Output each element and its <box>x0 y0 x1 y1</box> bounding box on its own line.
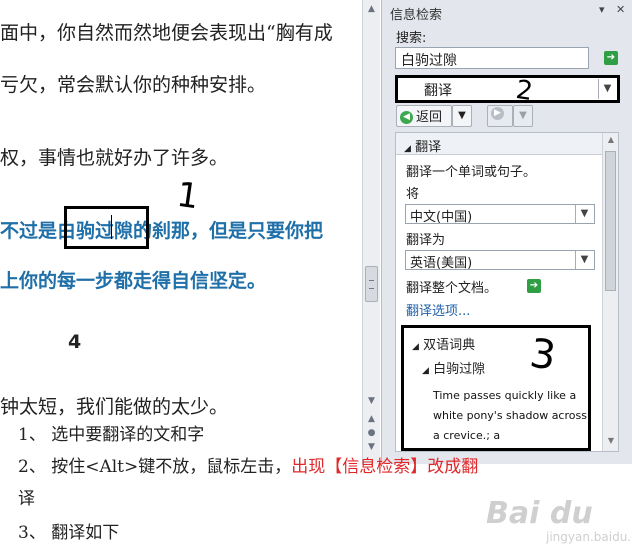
chevron-down-icon[interactable]: ▼ <box>575 251 593 269</box>
collapse-triangle-icon: ◢ <box>404 144 411 154</box>
results-scroll-down-icon[interactable]: ▼ <box>605 436 617 445</box>
dict-term-header[interactable]: ◢ 白驹过隙 <box>422 358 485 377</box>
doc-line-4-pre: 不过是 <box>0 220 58 242</box>
results-scroll-thumb[interactable] <box>605 151 616 291</box>
dict-section-header[interactable]: ◢ 双语词典 <box>412 334 475 353</box>
search-go-icon[interactable]: ➔ <box>604 51 618 65</box>
translate-hint: 翻译一个单词或句子。 <box>406 165 537 180</box>
scrollbar-thumb[interactable] <box>365 266 378 302</box>
back-arrow-icon: ◀ <box>400 111 413 124</box>
results-scroll-up-icon[interactable]: ▲ <box>605 135 617 144</box>
service-value: 翻译 <box>424 83 452 99</box>
document-area[interactable]: 面中，你自然而然地便会表现出“胸有成 亏欠，常会默认你的种种安排。 权，事情也就… <box>0 0 362 420</box>
forward-arrow-icon: ▶ <box>491 107 504 120</box>
close-icon[interactable]: ✕ <box>616 3 625 16</box>
scroll-up-icon[interactable]: ▲ <box>366 4 377 14</box>
to-language-select[interactable]: 英语(美国) ▼ <box>405 250 595 271</box>
select-browse-icon[interactable]: ● <box>366 428 377 438</box>
translate-section-header[interactable]: ◢ 翻译 <box>396 133 602 155</box>
search-input[interactable]: 白驹过隙 <box>395 47 589 69</box>
forward-button[interactable]: ▶ <box>487 105 513 127</box>
dict-section-title: 双语词典 <box>423 338 476 353</box>
pane-title: 信息检索 <box>390 8 443 23</box>
selection-highlight-box <box>64 206 149 249</box>
dict-term: 白驹过隙 <box>433 362 486 377</box>
bilingual-dictionary-box: ◢ 双语词典 ◢ 白驹过隙 Time passes quickly like a… <box>401 325 591 451</box>
instruction-step-2: 2、 按住<Alt>键不放，鼠标左击，出现【信息检索】改成翻 <box>18 452 478 477</box>
back-button[interactable]: ◀ 返回 <box>396 105 452 127</box>
doc-line-2: 亏欠，常会默认你的种种安排。 <box>0 74 267 96</box>
to-language-value: 英语(美国) <box>410 256 473 271</box>
annotation-1: 1 <box>174 174 202 218</box>
from-language-select[interactable]: 中文(中国) ▼ <box>405 204 595 225</box>
doc-line-5: 上你的每一步都走得自信坚定。 <box>0 270 267 292</box>
doc-line-1: 面中，你自然而然地便会表现出“胸有成 <box>0 22 333 44</box>
doc-line-3: 权，事情也就好办了许多。 <box>0 147 229 169</box>
service-select[interactable]: 翻译 ▼ <box>395 75 620 103</box>
translate-document-go-icon[interactable]: ➔ <box>527 279 541 293</box>
instruction-step-2-red: 出现【信息检索】改成翻 <box>291 457 479 477</box>
instruction-step-2-continued: 译 <box>18 489 35 509</box>
search-label: 搜索: <box>396 31 427 46</box>
collapse-triangle-icon: ◢ <box>422 366 429 376</box>
doc-line-4-post: 的刹那，但是只要你把 <box>133 220 324 242</box>
pane-menu-icon[interactable]: ▾ <box>599 3 605 16</box>
instruction-step-2-text: 2、 按住<Alt>键不放，鼠标左击， <box>18 457 292 477</box>
instruction-step-1: 1、 选中要翻译的文和字 <box>18 425 205 445</box>
chevron-down-icon[interactable]: ▼ <box>575 205 593 223</box>
back-dropdown-button[interactable]: ▼ <box>452 105 472 127</box>
dict-definition: Time passes quickly like a white pony's … <box>433 389 587 442</box>
text-caret <box>111 215 112 239</box>
translate-options-link[interactable]: 翻译选项... <box>406 300 470 319</box>
section-number: 4 <box>68 331 82 353</box>
collapse-triangle-icon: ◢ <box>412 342 419 352</box>
doc-line-4: 不过是白驹过隙的刹那，但是只要你把 <box>0 216 323 243</box>
baidu-watermark-url: jingyan.baidu.com <box>546 530 632 544</box>
translate-document-label: 翻译整个文档。 <box>406 281 498 296</box>
document-scrollbar[interactable]: ▲ ▼ ▲ ● ▼ <box>362 0 380 464</box>
instruction-step-3: 3、 翻译如下 <box>18 523 120 543</box>
back-label: 返回 <box>416 110 443 125</box>
next-page-icon[interactable]: ▼ <box>366 442 377 452</box>
from-language-value: 中文(中国) <box>410 210 473 225</box>
doc-line-6: 钟太短，我们能做的太少。 <box>0 396 229 418</box>
prev-page-icon[interactable]: ▲ <box>366 414 377 424</box>
forward-dropdown-button[interactable]: ▼ <box>513 105 533 127</box>
scroll-down-icon[interactable]: ▼ <box>366 396 377 406</box>
chevron-down-icon[interactable]: ▼ <box>598 79 616 99</box>
results-scrollbar[interactable]: ▲ ▼ <box>602 133 618 451</box>
to-label: 翻译为 <box>406 233 446 248</box>
baidu-watermark: Bai du <box>486 496 593 531</box>
translate-section-title: 翻译 <box>415 140 442 155</box>
from-label: 将 <box>406 187 420 202</box>
